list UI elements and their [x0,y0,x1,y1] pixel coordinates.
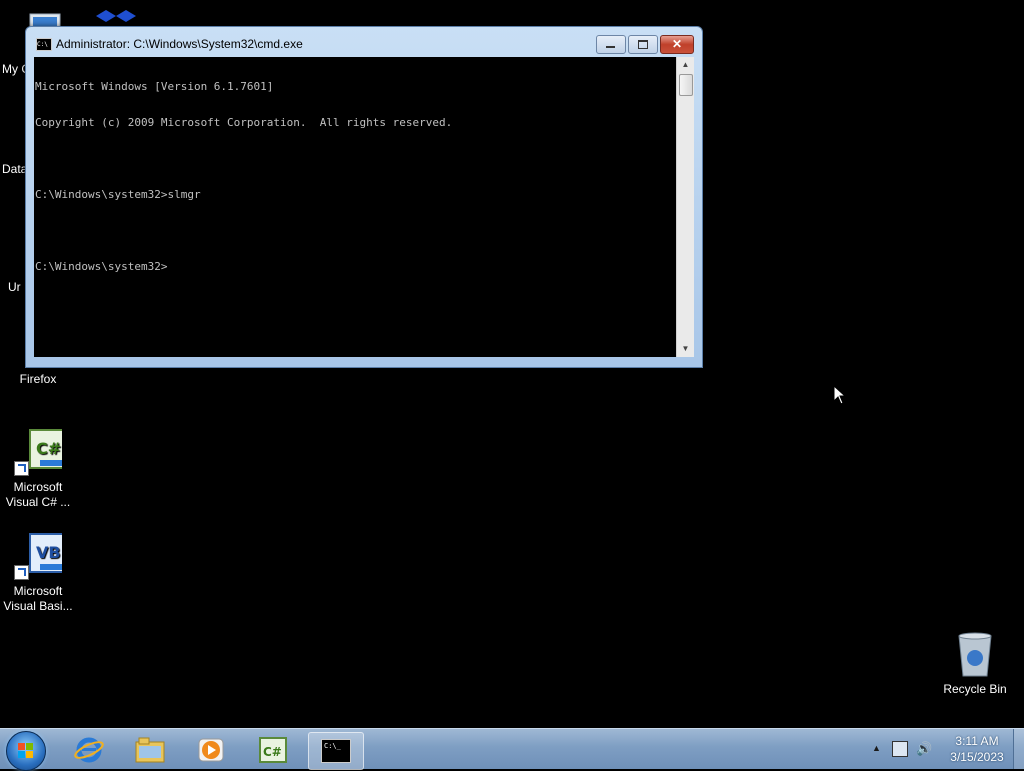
minimize-button[interactable] [596,35,626,54]
maximize-button[interactable] [628,35,658,54]
scroll-up-button[interactable]: ▲ [677,57,694,73]
cmd-app-icon[interactable]: C:\ [36,38,52,51]
console-prompt[interactable]: C:\Windows\system32> [35,261,677,273]
visual-csharp-icon: C# [14,428,72,476]
windows-explorer-icon [135,737,165,763]
cmd-taskbar-text: C:\_ [324,742,341,750]
desktop-icon-label-line2: Visual C# ... [5,495,71,509]
console-line: Copyright (c) 2009 Microsoft Corporation… [35,116,453,129]
taskbar-internet-explorer[interactable] [62,732,116,768]
clock-date: 3/15/2023 [950,750,1004,764]
windows-logo-icon [18,743,34,759]
desktop-icon-visual-csharp[interactable]: C# Microsoft Visual C# ... [0,428,76,510]
scroll-down-button[interactable]: ▼ [677,341,694,357]
show-desktop-button[interactable] [1013,729,1024,769]
taskbar: C# C:\_ ▲ 🔊 3:11 AM 3/15/2023 [0,728,1024,771]
desktop-icon-label-line1: Microsoft [13,480,63,494]
window-title: Administrator: C:\Windows\System32\cmd.e… [56,37,303,51]
cmd-taskbar-icon: C:\_ [321,739,351,763]
desktop-icon-label: Recycle Bin [943,682,1007,696]
console-line: Microsoft Windows [Version 6.1.7601] [35,80,274,93]
visual-basic-icon: VB [14,532,72,580]
svg-text:C#: C# [263,745,282,759]
close-icon: ✕ [671,37,683,51]
cmd-window[interactable]: C:\ Administrator: C:\Windows\System32\c… [25,26,703,368]
svg-text:C#: C# [36,439,61,458]
shortcut-arrow-icon [14,461,29,476]
taskbar-media-player[interactable] [184,732,238,768]
recycle-bin-icon [951,630,999,678]
svg-text:VB: VB [36,543,61,562]
desktop-icon-label: Firefox [19,372,57,386]
clock-time: 3:11 AM [955,734,999,748]
vertical-scrollbar[interactable]: ▲ ▼ [676,57,694,357]
visual-csharp-taskbar-icon: C# [259,737,287,763]
start-button[interactable] [6,731,46,771]
volume-icon[interactable]: 🔊 [916,741,932,757]
show-hidden-icons-button[interactable]: ▲ [872,743,881,753]
network-icon[interactable] [892,741,908,757]
console-line: C:\Windows\system32>slmgr [35,188,201,201]
internet-explorer-icon [74,737,104,763]
taskbar-cmd[interactable]: C:\_ [308,732,364,770]
taskbar-windows-explorer[interactable] [123,732,177,768]
scroll-thumb[interactable] [679,74,693,96]
title-bar[interactable]: C:\ Administrator: C:\Windows\System32\c… [26,27,702,57]
console-output[interactable]: Microsoft Windows [Version 6.1.7601] Cop… [34,57,677,357]
shortcut-arrow-icon [14,565,29,580]
desktop-icon-visual-basic[interactable]: VB Microsoft Visual Basi... [0,532,76,614]
dropbox-partial-icon[interactable] [92,8,140,28]
desktop-icon-label-line1: Microsoft [13,584,63,598]
taskbar-visual-csharp[interactable]: C# [246,732,300,768]
desktop-icon-label-line2: Visual Basi... [3,599,73,613]
clock[interactable]: 3:11 AM 3/15/2023 [942,733,1012,765]
system-tray: ▲ 🔊 3:11 AM 3/15/2023 [854,729,1024,769]
desktop-icon-recycle-bin[interactable]: Recycle Bin [937,630,1013,697]
media-player-icon [198,738,224,762]
close-button[interactable]: ✕ [660,35,694,54]
